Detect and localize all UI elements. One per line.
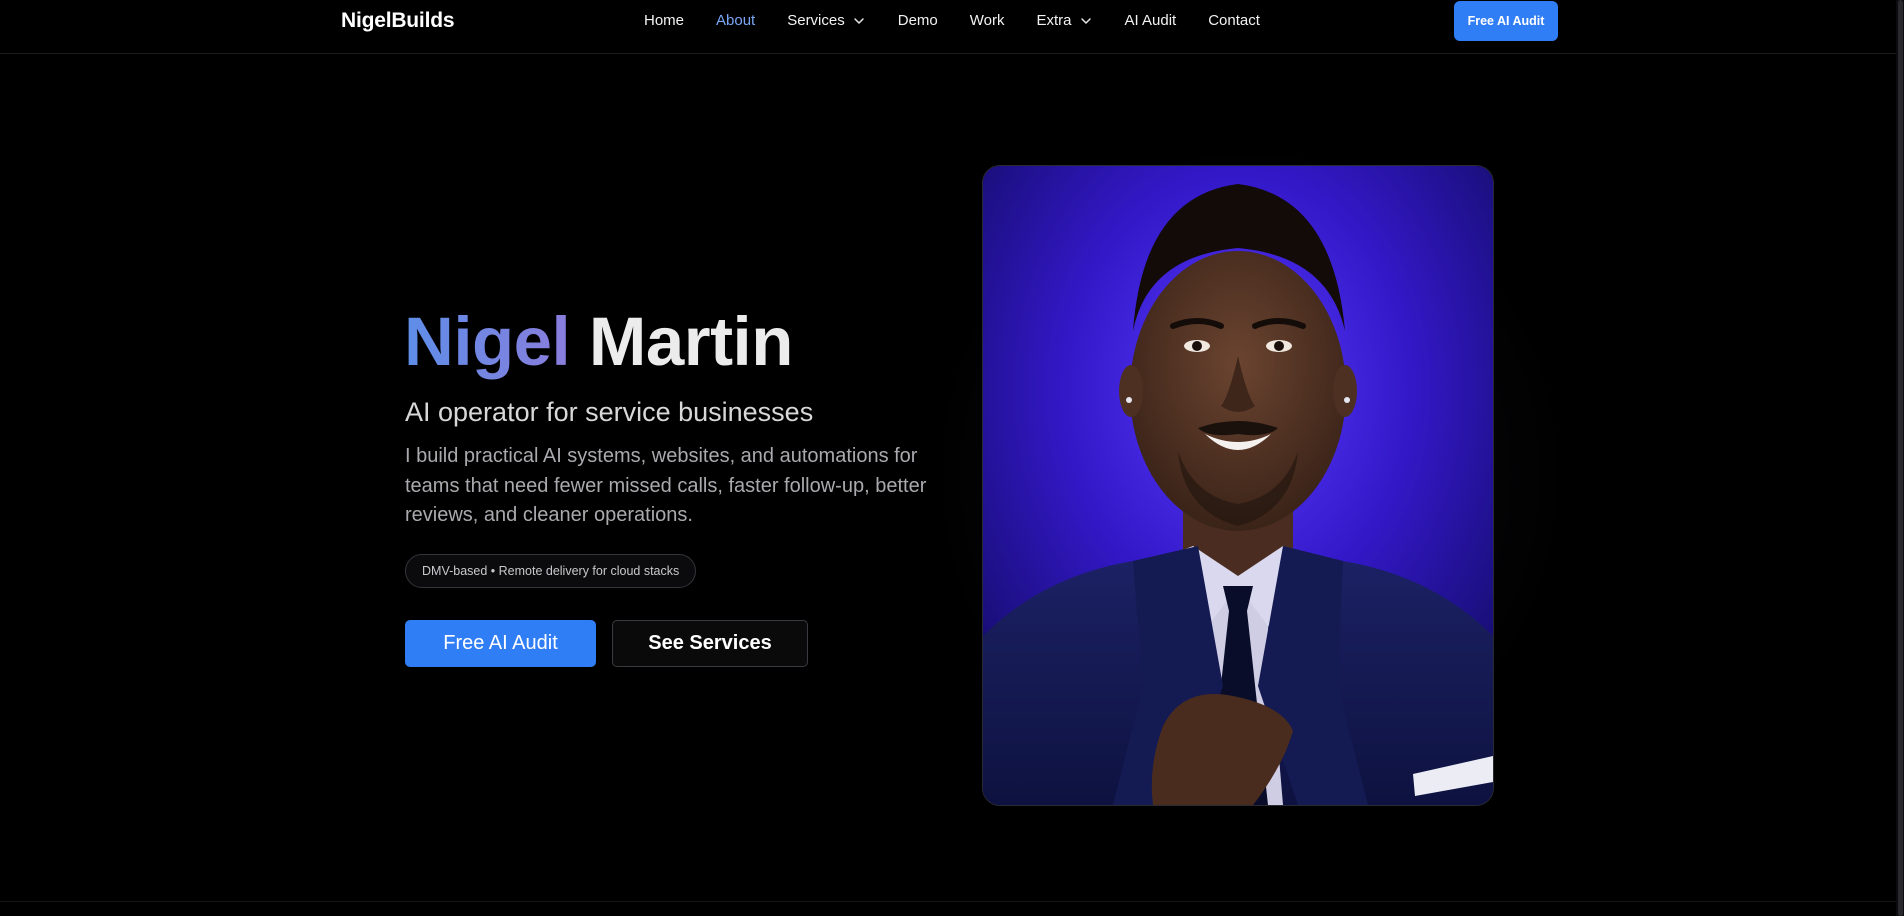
nav-link-label: Home <box>644 12 685 29</box>
chevron-down-icon <box>1080 17 1091 24</box>
brand-logo[interactable]: NigelBuilds <box>341 9 455 33</box>
hero-name: Nigel Martin <box>404 300 793 384</box>
hero-description: I build practical AI systems, websites, … <box>405 445 927 526</box>
nav-link-label: AI Audit <box>1124 12 1177 29</box>
nav-link-label: Demo <box>897 12 938 29</box>
nav-link-ai-audit[interactable]: AI Audit <box>1125 12 1177 29</box>
nav-link-label: About <box>716 12 756 29</box>
nav-link-contact[interactable]: Contact <box>1208 12 1260 29</box>
scrollbar-thumb[interactable] <box>1898 0 1903 916</box>
hero-subtitle: AI operator for service businesses <box>405 397 814 427</box>
hero-first-name: Nigel <box>404 303 571 380</box>
portrait-illustration <box>983 166 1493 805</box>
nav-link-label: Services <box>787 12 845 29</box>
nav-link-extra[interactable]: Extra <box>1037 12 1093 29</box>
top-navigation: NigelBuilds Home About Services Demo Wor… <box>0 0 1904 54</box>
hero-last-name: Martin <box>588 303 794 380</box>
free-ai-audit-button[interactable]: Free AI Audit <box>405 620 596 667</box>
nav-link-label: Contact <box>1208 12 1260 29</box>
nav-links: Home About Services Demo Work Extra AI A… <box>644 12 1260 29</box>
section-divider <box>0 901 1904 902</box>
portrait-photo <box>982 165 1494 806</box>
nav-link-home[interactable]: Home <box>644 12 684 29</box>
nav-free-ai-audit-button[interactable]: Free AI Audit <box>1454 1 1558 41</box>
location-badge: DMV-based • Remote delivery for cloud st… <box>405 554 697 588</box>
nav-link-label: Extra <box>1036 12 1072 29</box>
chevron-down-icon <box>854 17 864 24</box>
nav-link-about[interactable]: About <box>716 12 755 29</box>
nav-link-demo[interactable]: Demo <box>898 12 938 29</box>
nav-link-label: Work <box>969 12 1005 29</box>
nav-link-work[interactable]: Work <box>970 12 1005 29</box>
see-services-button[interactable]: See Services <box>612 620 808 667</box>
nav-link-services[interactable]: Services <box>787 12 866 29</box>
